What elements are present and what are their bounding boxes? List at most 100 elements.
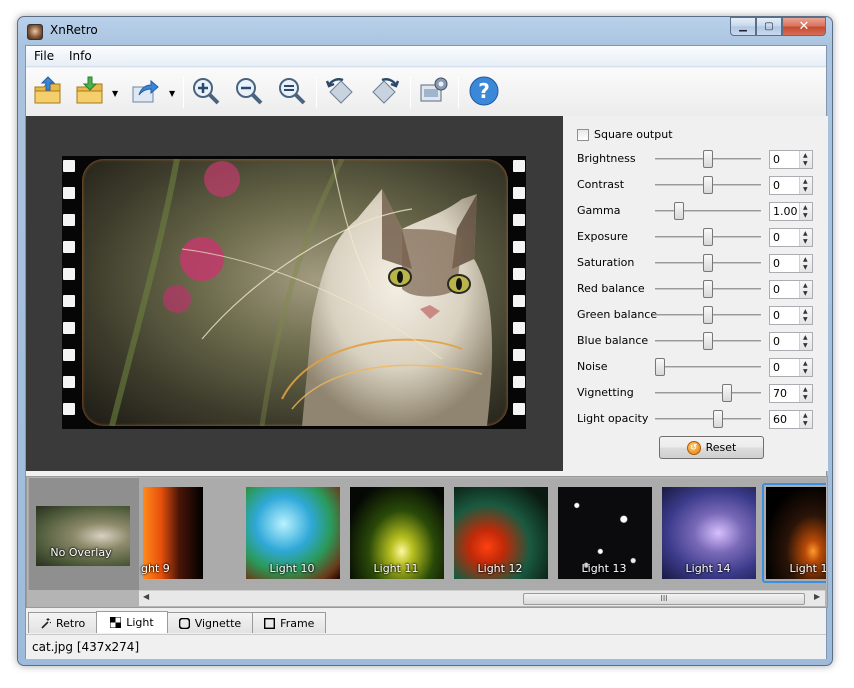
square-output-checkbox[interactable] <box>577 128 589 141</box>
slider-thumb[interactable] <box>722 384 732 402</box>
overlay-scrollbar[interactable]: ◀ III ▶ <box>139 590 825 606</box>
overlay-thumb[interactable]: Light 13 <box>554 483 654 583</box>
scroll-left-arrow[interactable]: ◀ <box>143 592 149 601</box>
value-spinbox[interactable]: 60 ▲ ▼ <box>769 410 813 429</box>
value-spinbox[interactable]: 0 ▲ ▼ <box>769 280 813 299</box>
spin-up-icon[interactable]: ▲ <box>803 360 808 367</box>
spin-up-icon[interactable]: ▲ <box>803 282 808 289</box>
save-dropdown-arrow[interactable]: ▼ <box>112 89 118 98</box>
spin-down-icon[interactable]: ▼ <box>803 160 808 167</box>
save-button[interactable] <box>72 73 108 109</box>
menu-file[interactable]: File <box>34 49 54 63</box>
spin-down-icon[interactable]: ▼ <box>803 290 808 297</box>
spin-down-icon[interactable]: ▼ <box>803 186 808 193</box>
value-field[interactable]: 0 <box>773 257 780 270</box>
spin-up-icon[interactable]: ▲ <box>803 412 808 419</box>
settings-button[interactable] <box>416 73 452 109</box>
value-field[interactable]: 0 <box>773 361 780 374</box>
spin-up-icon[interactable]: ▲ <box>803 204 808 211</box>
slider-thumb[interactable] <box>703 332 713 350</box>
help-button[interactable]: ? <box>466 73 502 109</box>
value-spinbox[interactable]: 0 ▲ ▼ <box>769 228 813 247</box>
value-field[interactable]: 0 <box>773 283 780 296</box>
value-spinbox[interactable]: 0 ▲ ▼ <box>769 358 813 377</box>
slider-thumb[interactable] <box>713 410 723 428</box>
spin-down-icon[interactable]: ▼ <box>803 342 808 349</box>
menu-bar: File Info <box>26 46 826 67</box>
spin-down-icon[interactable]: ▼ <box>803 394 808 401</box>
value-field[interactable]: 0 <box>773 335 780 348</box>
value-spinbox[interactable]: 70 ▲ ▼ <box>769 384 813 403</box>
value-spinbox[interactable]: 1.00 ▲ ▼ <box>769 202 813 221</box>
slider-thumb[interactable] <box>703 254 713 272</box>
slider-thumb[interactable] <box>703 228 713 246</box>
spin-down-icon[interactable]: ▼ <box>803 368 808 375</box>
slider-track[interactable] <box>655 418 761 420</box>
spin-up-icon[interactable]: ▲ <box>803 334 808 341</box>
slider-thumb[interactable] <box>703 306 713 324</box>
overlay-thumb[interactable]: ght 9 <box>139 483 203 583</box>
slider-thumb[interactable] <box>703 176 713 194</box>
slider-thumb[interactable] <box>703 280 713 298</box>
minimize-button[interactable]: ▁ <box>730 17 756 36</box>
spin-down-icon[interactable]: ▼ <box>803 316 808 323</box>
overlay-thumb[interactable]: Light 10 <box>242 483 342 583</box>
close-button[interactable]: ✕ <box>782 17 826 36</box>
slider-thumb[interactable] <box>674 202 684 220</box>
square-output-option[interactable]: Square output <box>577 128 673 141</box>
slider-track[interactable] <box>655 366 761 368</box>
spin-down-icon[interactable]: ▼ <box>803 264 808 271</box>
slider-track[interactable] <box>655 392 761 394</box>
tab-vignette[interactable]: Vignette <box>166 612 254 633</box>
overlay-thumb[interactable]: Light 14 <box>658 483 758 583</box>
zoom-out-button[interactable] <box>231 73 267 109</box>
rotate-right-button[interactable] <box>366 73 402 109</box>
value-spinbox[interactable]: 0 ▲ ▼ <box>769 306 813 325</box>
overlay-thumb-none[interactable]: No Overlay <box>32 502 130 566</box>
tab-light[interactable]: Light <box>96 611 168 633</box>
spin-up-icon[interactable]: ▲ <box>803 178 808 185</box>
spin-up-icon[interactable]: ▲ <box>803 386 808 393</box>
value-field[interactable]: 0 <box>773 309 780 322</box>
value-spinbox[interactable]: 0 ▲ ▼ <box>769 254 813 273</box>
share-dropdown-arrow[interactable]: ▼ <box>169 89 175 98</box>
reset-button[interactable]: ↺ Reset <box>659 436 764 459</box>
open-button[interactable] <box>30 73 66 109</box>
zoom-fit-button[interactable] <box>274 73 310 109</box>
tab-frame[interactable]: Frame <box>252 612 327 633</box>
value-field[interactable]: 0 <box>773 179 780 192</box>
value-spinbox[interactable]: 0 ▲ ▼ <box>769 176 813 195</box>
value-field[interactable]: 0 <box>773 153 780 166</box>
slider-row: Saturation 0 ▲ ▼ <box>577 253 817 273</box>
spin-up-icon[interactable]: ▲ <box>803 230 808 237</box>
spin-up-icon[interactable]: ▲ <box>803 308 808 315</box>
scrollbar-thumb[interactable]: III <box>523 593 805 605</box>
reset-icon: ↺ <box>686 440 701 455</box>
spin-up-icon[interactable]: ▲ <box>803 256 808 263</box>
zoom-in-button[interactable] <box>188 73 224 109</box>
maximize-button[interactable]: ▢ <box>756 17 782 36</box>
value-spinbox[interactable]: 0 ▲ ▼ <box>769 332 813 351</box>
overlay-thumb[interactable]: Light 15 <box>762 483 826 583</box>
scroll-right-arrow[interactable]: ▶ <box>814 592 820 601</box>
spin-down-icon[interactable]: ▼ <box>803 238 808 245</box>
spin-up-icon[interactable]: ▲ <box>803 152 808 159</box>
spin-down-icon[interactable]: ▼ <box>803 420 808 427</box>
value-field[interactable]: 60 <box>773 413 787 426</box>
value-spinbox[interactable]: 0 ▲ ▼ <box>769 150 813 169</box>
value-field[interactable]: 0 <box>773 231 780 244</box>
share-button[interactable] <box>127 73 163 109</box>
tab-retro[interactable]: Retro <box>28 612 98 633</box>
slider-row: Contrast 0 ▲ ▼ <box>577 175 817 195</box>
value-field[interactable]: 70 <box>773 387 787 400</box>
value-field[interactable]: 1.00 <box>773 205 798 218</box>
title-bar[interactable]: XnRetro ▁ ▢ ✕ <box>18 17 832 45</box>
spin-down-icon[interactable]: ▼ <box>803 212 808 219</box>
slider-thumb[interactable] <box>655 358 665 376</box>
overlay-thumb[interactable]: Light 12 <box>450 483 550 583</box>
slider-thumb[interactable] <box>703 150 713 168</box>
menu-info[interactable]: Info <box>69 49 92 63</box>
slider-track[interactable] <box>655 210 761 212</box>
overlay-thumb[interactable]: Light 11 <box>346 483 446 583</box>
rotate-left-button[interactable] <box>323 73 359 109</box>
